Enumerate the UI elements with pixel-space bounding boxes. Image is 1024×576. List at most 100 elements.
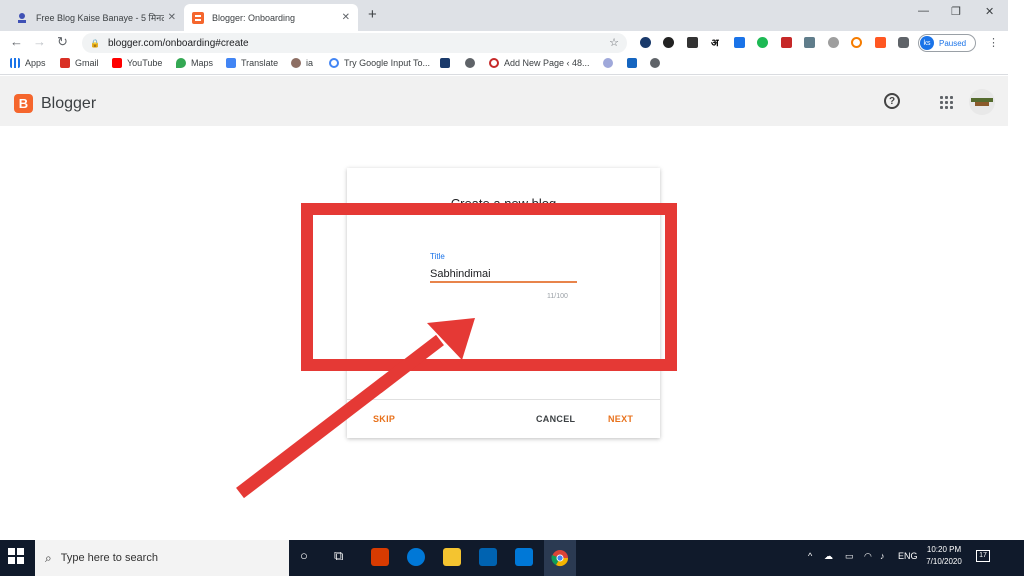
bookmark-label: YouTube (127, 58, 163, 68)
extension-icon[interactable] (781, 37, 792, 48)
weather-icon[interactable]: ☁ (824, 551, 833, 562)
account-avatar[interactable] (969, 89, 995, 115)
file-explorer-icon[interactable] (443, 548, 461, 566)
extension-icon[interactable] (875, 37, 886, 48)
bookmark-flag[interactable] (440, 58, 455, 68)
tab-title: Blogger: Onboarding (212, 12, 296, 23)
search-icon: ⌕ (45, 550, 52, 565)
new-tab-button[interactable]: + (368, 6, 377, 23)
blog-title-input[interactable] (430, 267, 577, 283)
reload-icon[interactable]: ↻ (57, 34, 68, 50)
help-icon[interactable]: ? (884, 93, 900, 109)
extension-icon[interactable] (734, 37, 745, 48)
chrome-icon (551, 550, 569, 567)
bookmark-label: Gmail (75, 58, 99, 68)
cortana-icon[interactable]: ○ (300, 548, 308, 563)
blogger-logo-icon[interactable]: B (14, 94, 33, 113)
next-button[interactable]: NEXT (608, 414, 633, 424)
scrollbar[interactable] (1008, 0, 1024, 540)
address-bar[interactable]: 🔒 blogger.com/onboarding#create ☆ (82, 33, 627, 53)
network-icon[interactable]: ◠ (864, 551, 872, 562)
volume-icon[interactable]: ♪ (880, 551, 885, 561)
extension-icon[interactable] (804, 37, 815, 48)
notification-icon[interactable]: 17 (976, 550, 990, 562)
apps-grid-icon (10, 58, 20, 68)
windows-taskbar: ⌕ Type here to search ○ ⧉ ^ ☁ ▭ ◠ ♪ ENG … (0, 540, 1024, 576)
extension-icon[interactable] (828, 37, 839, 48)
window-close-icon[interactable]: ✕ (985, 5, 994, 18)
clock-time: 10:20 PM (926, 545, 962, 554)
bookmark-label: Add New Page ‹ 48... (504, 58, 590, 68)
bookmark-gmail[interactable]: Gmail (60, 58, 99, 68)
bookmark-youtube[interactable]: YouTube (112, 58, 162, 68)
create-blog-dialog: Create a new blog Title 11/100 SKIP CANC… (347, 168, 660, 438)
bookmark-label: Translate (241, 58, 279, 68)
profile-button[interactable]: ks Paused (918, 34, 976, 52)
skip-button[interactable]: SKIP (373, 414, 395, 424)
back-icon[interactable]: ← (10, 34, 23, 49)
blogger-icon (192, 11, 204, 24)
youtube-icon (112, 58, 122, 68)
avatar: ks (920, 36, 934, 50)
menu-icon[interactable]: ⋮ (988, 36, 999, 49)
extension-icon[interactable] (687, 37, 698, 48)
google-icon (329, 58, 339, 68)
tab-blogger-onboarding[interactable]: Blogger: Onboarding ✕ (184, 4, 358, 31)
close-icon[interactable]: ✕ (342, 12, 350, 23)
restore-icon[interactable]: ❐ (951, 5, 961, 18)
forward-icon[interactable]: → (33, 34, 46, 49)
windows-start-icon[interactable] (8, 548, 24, 564)
character-counter: 11/100 (547, 293, 568, 300)
video-icon (627, 58, 637, 68)
browser-toolbar: ← → ↻ 🔒 blogger.com/onboarding#create ☆ … (0, 31, 1008, 55)
bookmark-ia[interactable]: ia (291, 58, 313, 68)
task-view-icon[interactable]: ⧉ (334, 548, 343, 564)
translate-icon (226, 58, 236, 68)
screen: Free Blog Kaise Banaye - 5 मिनट ✕ Blogge… (0, 0, 1024, 576)
site-icon (603, 58, 613, 68)
bookmark-video[interactable] (627, 58, 642, 68)
language-indicator[interactable]: ENG (898, 551, 918, 561)
chrome-taskbar-active[interactable] (544, 540, 576, 576)
clock[interactable]: 10:20 PM 7/10/2020 (922, 544, 966, 568)
bookmark-apps[interactable]: Apps (10, 58, 46, 68)
extension-icon[interactable] (640, 37, 651, 48)
battery-icon[interactable]: ▭ (845, 551, 854, 562)
bookmark-label: Try Google Input To... (344, 58, 431, 68)
hindi-extension-icon[interactable]: अ (711, 35, 719, 49)
blogger-header: B Blogger ? (0, 76, 1008, 126)
bookmarks-bar: Apps Gmail YouTube Maps Translate ia Try… (0, 55, 1008, 75)
minimize-icon[interactable]: — (918, 5, 929, 17)
close-icon[interactable]: ✕ (168, 12, 176, 23)
mail-icon[interactable] (515, 548, 533, 566)
bookmark-add-new-page[interactable]: Add New Page ‹ 48... (489, 58, 590, 68)
office-icon[interactable] (371, 548, 389, 566)
store-icon[interactable] (479, 548, 497, 566)
edge-icon[interactable] (407, 548, 425, 566)
bookmark-google-input[interactable]: Try Google Input To... (329, 58, 430, 68)
show-hidden-icons[interactable]: ^ (808, 551, 812, 561)
bookmark-site[interactable] (603, 58, 618, 68)
tab-free-blog[interactable]: Free Blog Kaise Banaye - 5 मिनट ✕ (8, 4, 184, 31)
bookmark-globe[interactable] (465, 58, 480, 68)
url-text: blogger.com/onboarding#create (107, 37, 249, 49)
puzzle-icon[interactable] (898, 37, 909, 48)
google-apps-icon[interactable] (940, 96, 953, 109)
taskbar-search[interactable]: ⌕ Type here to search (35, 540, 289, 576)
extension-icon[interactable] (663, 37, 674, 48)
bookmark-star-icon[interactable]: ☆ (609, 36, 619, 49)
blogger-brand[interactable]: Blogger (41, 95, 96, 113)
extension-icon[interactable] (757, 37, 768, 48)
bookmark-globe-2[interactable] (650, 58, 665, 68)
bookmark-translate[interactable]: Translate (226, 58, 278, 68)
title-field-label: Title (430, 252, 445, 261)
globe-icon (465, 58, 475, 68)
extension-icon[interactable] (851, 37, 862, 48)
globe-icon (650, 58, 660, 68)
gmail-icon (60, 58, 70, 68)
profile-status: Paused (939, 38, 967, 48)
search-placeholder: Type here to search (60, 552, 158, 564)
cancel-button[interactable]: CANCEL (536, 414, 575, 424)
bookmark-maps[interactable]: Maps (176, 58, 213, 68)
wordpress-icon (489, 58, 499, 68)
